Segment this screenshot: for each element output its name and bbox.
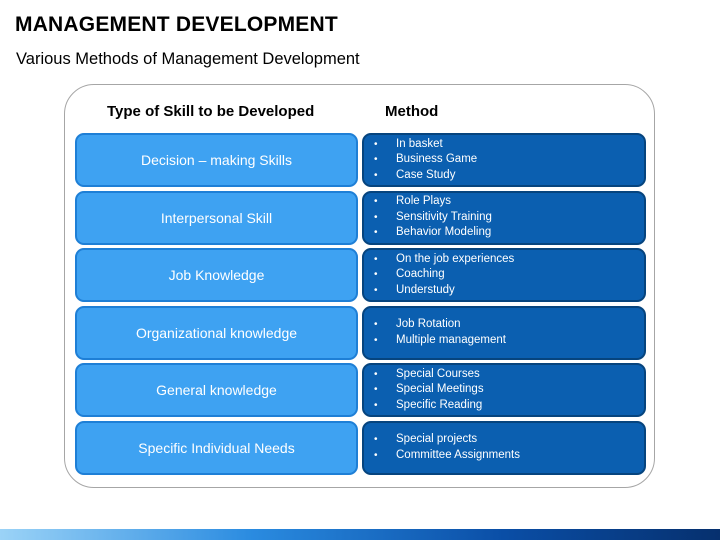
method-label: Special Meetings bbox=[396, 383, 484, 396]
method-list-item: • Committee Assignments bbox=[374, 448, 644, 464]
method-list-item: • Job Rotation bbox=[374, 317, 644, 333]
method-label: Specific Reading bbox=[396, 398, 483, 411]
method-list-item: • Understudy bbox=[374, 283, 644, 299]
method-box: • Special Courses • Special Meetings • Specif… bbox=[362, 363, 646, 417]
method-label: Committee Assignments bbox=[396, 448, 520, 461]
skill-box: Specific Individual Needs bbox=[75, 420, 358, 475]
method-box: • Role Plays • Sensitivity Training • Behavio… bbox=[362, 190, 646, 245]
bottom-accent-bar bbox=[0, 529, 720, 540]
method-label: Job Rotation bbox=[396, 318, 461, 330]
bullet-icon: • bbox=[374, 399, 378, 411]
method-list-item: • Coaching bbox=[374, 267, 644, 283]
method-label: On the job experiences bbox=[396, 252, 515, 265]
method-list-item: • Special projects bbox=[374, 432, 644, 448]
method-list-item: • Business Game bbox=[374, 152, 644, 168]
table-row: Job Knowledge • On the job experiences • Coa… bbox=[75, 248, 646, 302]
slide-title: MANAGEMENT DEVELOPMENT bbox=[15, 13, 338, 36]
method-box: • Special projects • Committee Assignments bbox=[362, 420, 646, 475]
method-label: Special Courses bbox=[396, 367, 480, 380]
skill-column-header: Type of Skill to be Developed bbox=[107, 103, 315, 120]
skill-box: Job Knowledge bbox=[75, 248, 358, 302]
bullet-icon: • bbox=[374, 227, 378, 239]
skill-box: Decision – making Skills bbox=[75, 133, 358, 187]
method-list-item: • Multiple management bbox=[374, 333, 644, 349]
bullet-icon: • bbox=[374, 196, 378, 208]
method-list-item: • In basket bbox=[374, 137, 644, 153]
method-column-header: Method bbox=[385, 103, 439, 120]
table-row: Specific Individual Needs • Special projec… bbox=[75, 420, 646, 475]
method-box: • In basket • Business Game • Case Study bbox=[362, 133, 646, 187]
bullet-icon: • bbox=[374, 434, 378, 445]
slide-subtitle: Various Methods of Management Developmen… bbox=[16, 50, 360, 68]
method-label: Role Plays bbox=[396, 195, 451, 208]
method-label: In basket bbox=[396, 137, 443, 150]
method-list-item: • Behavior Modeling bbox=[374, 225, 644, 241]
skill-box: Organizational knowledge bbox=[75, 305, 358, 360]
table-row: General knowledge • Special Courses • Specia… bbox=[75, 363, 646, 417]
method-label: Business Game bbox=[396, 153, 478, 166]
bullet-icon: • bbox=[374, 284, 378, 296]
bullet-icon: • bbox=[374, 384, 378, 396]
method-list-item: • Specific Reading bbox=[374, 398, 644, 414]
method-list-item: • Special Meetings bbox=[374, 382, 644, 398]
bullet-icon: • bbox=[374, 253, 378, 265]
table-row: Decision – making Skills • In basket • Busin… bbox=[75, 133, 646, 187]
method-list-item: • Special Courses bbox=[374, 367, 644, 383]
method-box: • Job Rotation • Multiple management bbox=[362, 305, 646, 360]
method-label: Sensitivity Training bbox=[396, 210, 492, 223]
method-label: Multiple management bbox=[396, 333, 506, 346]
bullet-icon: • bbox=[374, 169, 378, 181]
bullet-icon: • bbox=[374, 334, 378, 346]
bullet-icon: • bbox=[374, 319, 378, 330]
method-list-item: • Role Plays bbox=[374, 194, 644, 210]
bullet-icon: • bbox=[374, 154, 378, 166]
method-list-item: • On the job experiences bbox=[374, 252, 644, 268]
method-label: Behavior Modeling bbox=[396, 226, 492, 239]
bullet-icon: • bbox=[374, 269, 378, 281]
method-label: Case Study bbox=[396, 168, 456, 181]
bullet-icon: • bbox=[374, 211, 378, 223]
method-list-item: • Case Study bbox=[374, 168, 644, 184]
table-row: Organizational knowledge • Job Rotation • Mu… bbox=[75, 305, 646, 360]
bullet-icon: • bbox=[374, 138, 378, 150]
skill-box: General knowledge bbox=[75, 363, 358, 417]
table-row: Interpersonal Skill • Role Plays • Sensitivi… bbox=[75, 190, 646, 245]
method-box: • On the job experiences • Coaching • Underst… bbox=[362, 248, 646, 302]
bullet-icon: • bbox=[374, 449, 378, 461]
method-label: Understudy bbox=[396, 283, 455, 296]
method-label: Special projects bbox=[396, 433, 478, 445]
skill-box: Interpersonal Skill bbox=[75, 190, 358, 245]
bullet-icon: • bbox=[374, 368, 378, 380]
method-list-item: • Sensitivity Training bbox=[374, 210, 644, 226]
method-label: Coaching bbox=[396, 268, 445, 281]
